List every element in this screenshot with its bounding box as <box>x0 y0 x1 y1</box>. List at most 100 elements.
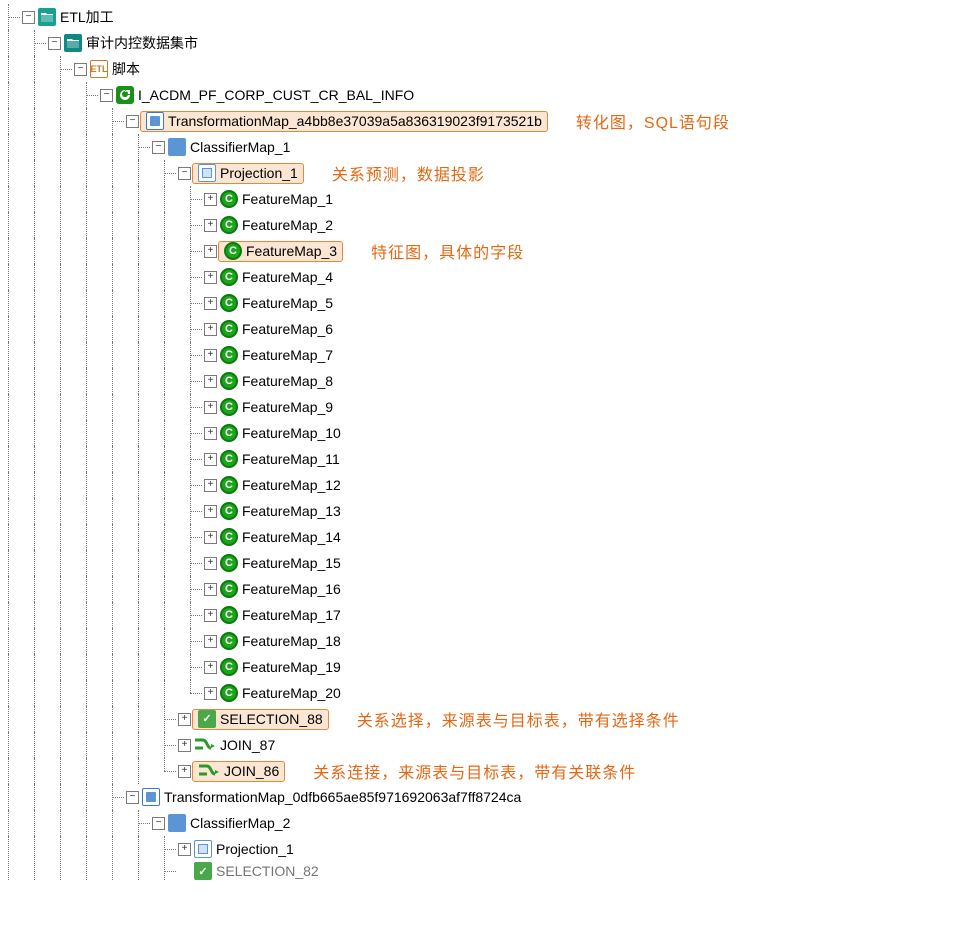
feature-icon: C <box>220 476 238 494</box>
node-script[interactable]: − ETL 脚本 <box>2 56 978 82</box>
node-join-87[interactable]: + JOIN_87 <box>2 732 978 758</box>
node-feature-map[interactable]: +CFeatureMap_15 <box>2 550 978 576</box>
node-feature-map[interactable]: +CFeatureMap_20 <box>2 680 978 706</box>
expand-icon[interactable]: + <box>178 713 191 726</box>
node-feature-map[interactable]: +CFeatureMap_19 <box>2 654 978 680</box>
feature-icon: C <box>220 554 238 572</box>
expand-icon[interactable]: + <box>178 765 191 778</box>
expand-icon[interactable]: + <box>204 479 217 492</box>
node-table[interactable]: − I_ACDM_PF_CORP_CUST_CR_BAL_INFO <box>2 82 978 108</box>
expand-icon[interactable]: + <box>178 739 191 752</box>
annotation-text: 转化图，SQL语句段 <box>576 109 730 133</box>
expand-icon[interactable]: + <box>204 531 217 544</box>
expand-icon[interactable]: + <box>204 453 217 466</box>
projection-icon <box>194 840 212 858</box>
node-classifier-map-2[interactable]: − ClassifierMap_2 <box>2 810 978 836</box>
feature-icon: C <box>224 242 242 260</box>
node-label: FeatureMap_6 <box>240 320 335 338</box>
node-feature-map[interactable]: +CFeatureMap_10 <box>2 420 978 446</box>
collapse-icon[interactable]: − <box>152 141 165 154</box>
node-projection-1b[interactable]: + Projection_1 <box>2 836 978 862</box>
expand-icon[interactable]: + <box>204 583 217 596</box>
feature-icon: C <box>220 346 238 364</box>
node-feature-map[interactable]: +CFeatureMap_12 <box>2 472 978 498</box>
join-icon <box>194 738 216 752</box>
node-join-86[interactable]: + JOIN_86 关系连接，来源表与目标表，带有关联条件 <box>2 758 978 784</box>
node-feature-map[interactable]: +CFeatureMap_14 <box>2 524 978 550</box>
node-transformation-map-2[interactable]: − TransformationMap_0dfb665ae85f97169206… <box>2 784 978 810</box>
node-feature-map[interactable]: +CFeatureMap_6 <box>2 316 978 342</box>
node-feature-map[interactable]: +CFeatureMap_3特征图，具体的字段 <box>2 238 978 264</box>
highlight-box: SELECTION_88 <box>192 709 329 730</box>
feature-icon: C <box>220 268 238 286</box>
expand-icon[interactable]: + <box>178 843 191 856</box>
expand-icon[interactable]: + <box>204 427 217 440</box>
folder-icon <box>38 8 56 26</box>
expand-icon[interactable]: + <box>204 297 217 310</box>
expand-icon[interactable]: + <box>204 245 217 258</box>
node-feature-map[interactable]: +CFeatureMap_5 <box>2 290 978 316</box>
expand-icon[interactable]: + <box>204 635 217 648</box>
collapse-icon[interactable]: − <box>74 63 87 76</box>
feature-icon: C <box>220 502 238 520</box>
collapse-icon[interactable]: − <box>100 89 113 102</box>
annotation-text: 特征图，具体的字段 <box>371 239 524 263</box>
collapse-icon[interactable]: − <box>48 37 61 50</box>
map-icon <box>142 788 160 806</box>
node-feature-map[interactable]: +CFeatureMap_17 <box>2 602 978 628</box>
expand-icon[interactable]: + <box>204 349 217 362</box>
expand-icon[interactable]: + <box>204 609 217 622</box>
node-label: ETL加工 <box>58 6 116 28</box>
node-feature-map[interactable]: +CFeatureMap_18 <box>2 628 978 654</box>
feature-icon: C <box>220 216 238 234</box>
collapse-icon[interactable]: − <box>152 817 165 830</box>
node-feature-map[interactable]: +CFeatureMap_8 <box>2 368 978 394</box>
expand-icon[interactable]: + <box>204 505 217 518</box>
feature-icon: C <box>220 658 238 676</box>
node-feature-map[interactable]: +CFeatureMap_1 <box>2 186 978 212</box>
node-feature-map[interactable]: +CFeatureMap_13 <box>2 498 978 524</box>
expand-icon[interactable]: + <box>204 193 217 206</box>
expand-icon[interactable]: + <box>204 271 217 284</box>
node-label: FeatureMap_17 <box>240 606 343 624</box>
node-label: FeatureMap_9 <box>240 398 335 416</box>
collapse-icon[interactable]: − <box>22 11 35 24</box>
node-feature-map[interactable]: +CFeatureMap_7 <box>2 342 978 368</box>
node-projection-1[interactable]: − Projection_1 关系预测，数据投影 <box>2 160 978 186</box>
node-label: FeatureMap_14 <box>240 528 343 546</box>
feature-icon: C <box>220 398 238 416</box>
node-classifier-map-1[interactable]: − ClassifierMap_1 <box>2 134 978 160</box>
node-selection-82[interactable]: SELECTION_82 <box>2 862 978 880</box>
node-transformation-map-1[interactable]: − TransformationMap_a4bb8e37039a5a836319… <box>2 108 978 134</box>
feature-icon: C <box>220 424 238 442</box>
expand-icon[interactable]: + <box>204 401 217 414</box>
node-label: TransformationMap_0dfb665ae85f971692063a… <box>162 788 523 806</box>
node-label: FeatureMap_5 <box>240 294 335 312</box>
node-label: Projection_1 <box>214 840 296 858</box>
node-feature-map[interactable]: +CFeatureMap_11 <box>2 446 978 472</box>
expand-icon[interactable]: + <box>204 375 217 388</box>
collapse-icon[interactable]: − <box>178 167 191 180</box>
collapse-icon[interactable]: − <box>126 115 139 128</box>
node-selection-88[interactable]: + SELECTION_88 关系选择，来源表与目标表，带有选择条件 <box>2 706 978 732</box>
expand-icon[interactable]: + <box>204 661 217 674</box>
node-label: FeatureMap_2 <box>240 216 335 234</box>
classifier-icon <box>168 138 186 156</box>
collapse-icon[interactable]: − <box>126 791 139 804</box>
node-label: 脚本 <box>110 58 142 80</box>
classifier-icon <box>168 814 186 832</box>
expand-icon[interactable]: + <box>204 323 217 336</box>
node-feature-map[interactable]: +CFeatureMap_9 <box>2 394 978 420</box>
node-feature-map[interactable]: +CFeatureMap_4 <box>2 264 978 290</box>
node-etl-root[interactable]: − ETL加工 <box>2 4 978 30</box>
feature-icon: C <box>220 372 238 390</box>
node-feature-map[interactable]: +CFeatureMap_2 <box>2 212 978 238</box>
node-data-mart[interactable]: − 审计内控数据集市 <box>2 30 978 56</box>
node-label: FeatureMap_12 <box>240 476 343 494</box>
expand-icon[interactable]: + <box>204 687 217 700</box>
node-label: 审计内控数据集市 <box>84 32 200 54</box>
expand-icon[interactable]: + <box>204 219 217 232</box>
expand-icon[interactable]: + <box>204 557 217 570</box>
node-label: SELECTION_88 <box>218 710 325 728</box>
node-feature-map[interactable]: +CFeatureMap_16 <box>2 576 978 602</box>
